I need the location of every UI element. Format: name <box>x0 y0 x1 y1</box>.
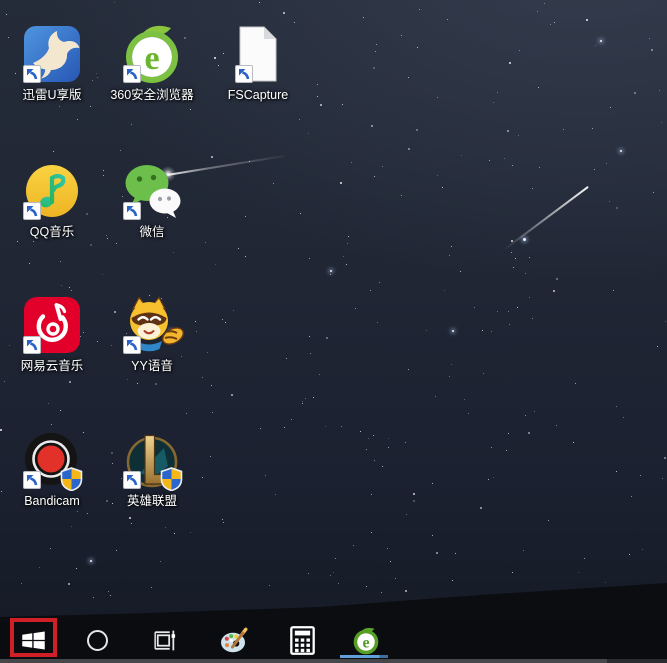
icon-label: Bandicam <box>24 493 80 509</box>
desktop-icon-qq-music[interactable]: QQ音乐 <box>2 162 102 240</box>
desktop-icon-league-of-legends[interactable]: 英雄联盟 <box>102 431 202 509</box>
desktop-icon-wechat[interactable]: 微信 <box>102 162 202 240</box>
windows-logo-icon <box>20 627 47 654</box>
task-view-icon <box>151 627 178 654</box>
svg-text:e: e <box>362 634 369 651</box>
cortana-circle-icon <box>87 630 108 651</box>
icon-label: 360安全浏览器 <box>110 87 193 103</box>
desktop-icon-bandicam[interactable]: Bandicam <box>2 431 102 509</box>
qq-music-icon <box>23 162 81 220</box>
icon-label: FSCapture <box>228 87 288 103</box>
cortana-button[interactable] <box>77 622 117 659</box>
360-browser-icon: e <box>352 627 380 655</box>
shortcut-arrow-icon <box>123 65 141 83</box>
paint-palette-icon <box>220 627 248 654</box>
paint-app-button[interactable] <box>214 622 254 659</box>
netease-cloud-music-icon <box>23 296 81 354</box>
icon-label: 网易云音乐 <box>21 358 84 374</box>
desktop-icon-fscapture[interactable]: FSCapture <box>206 25 310 103</box>
active-app-indicator <box>340 655 388 658</box>
screen-bottom-edge <box>0 659 667 663</box>
taskbar: e <box>0 622 667 659</box>
shortcut-arrow-icon <box>23 65 41 83</box>
shortcut-arrow-icon <box>235 65 253 83</box>
yy-mascot-icon <box>123 296 181 354</box>
shortcut-arrow-icon <box>23 202 41 220</box>
shortcut-arrow-icon <box>123 336 141 354</box>
icon-label: 英雄联盟 <box>127 493 177 509</box>
calculator-icon <box>290 626 315 655</box>
icon-label: YY语音 <box>131 358 173 374</box>
desktop-icon-360-browser[interactable]: e 360安全浏览器 <box>102 25 202 103</box>
360-browser-icon: e <box>123 25 181 83</box>
shortcut-arrow-icon <box>23 471 41 489</box>
svg-text:e: e <box>144 40 159 77</box>
shortcut-arrow-icon <box>123 202 141 220</box>
shortcut-arrow-icon <box>123 471 141 489</box>
desktop-icon-xunlei-u[interactable]: 迅雷U享版 <box>2 25 102 103</box>
uac-shield-icon <box>59 467 84 491</box>
task-view-button[interactable] <box>144 622 184 659</box>
desktop-icon-netease-music[interactable]: 网易云音乐 <box>2 296 102 374</box>
start-button[interactable] <box>10 622 57 659</box>
360-browser-taskbar-button[interactable]: e <box>344 622 388 659</box>
icon-label: 微信 <box>139 224 164 240</box>
xunlei-icon <box>23 25 81 83</box>
wechat-icon <box>123 162 181 220</box>
bandicam-icon <box>23 431 81 489</box>
desktop-icon-yy-voice[interactable]: YY语音 <box>102 296 202 374</box>
shortcut-arrow-icon <box>23 336 41 354</box>
icon-label: 迅雷U享版 <box>22 87 81 103</box>
uac-shield-icon <box>159 467 184 491</box>
icon-label: QQ音乐 <box>30 224 74 240</box>
league-of-legends-icon <box>123 431 181 489</box>
desktop-screen: 迅雷U享版 e 360安全浏览器 <box>0 0 667 663</box>
document-icon <box>229 25 287 83</box>
calculator-app-button[interactable] <box>282 622 322 659</box>
